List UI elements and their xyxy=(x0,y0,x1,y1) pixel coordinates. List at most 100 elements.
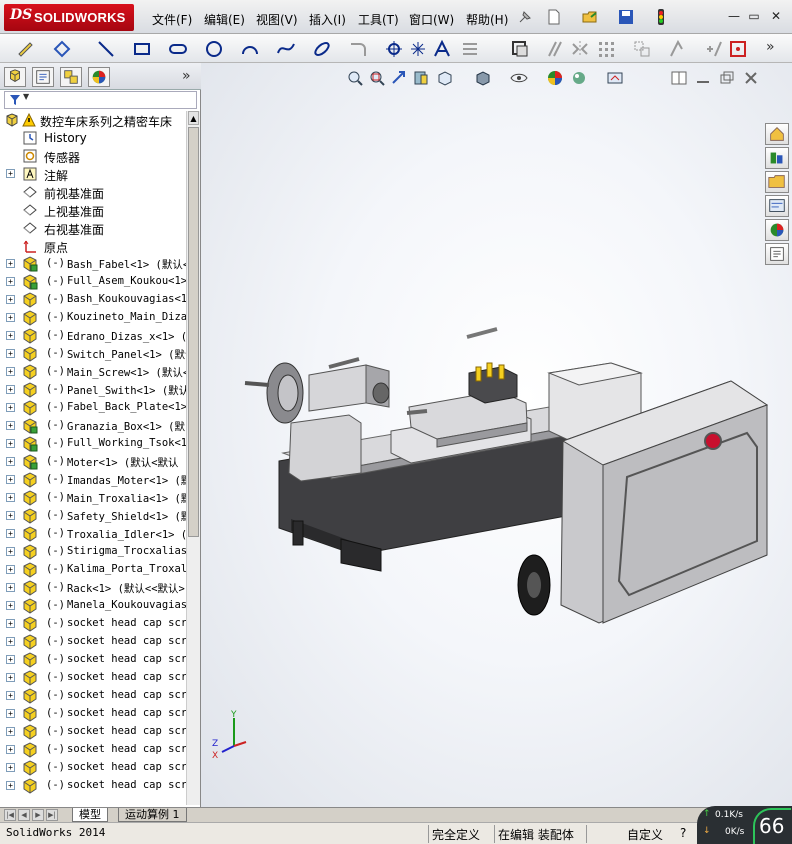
viewport-split-icon[interactable] xyxy=(670,69,688,87)
scroll-thumb[interactable] xyxy=(188,127,199,537)
arc-icon[interactable] xyxy=(240,39,260,59)
configuration-manager-tab-icon[interactable] xyxy=(60,67,82,87)
tree-item[interactable]: + (-) socket head cap scre xyxy=(0,633,186,651)
zoom-to-fit-icon[interactable] xyxy=(346,69,364,87)
tree-item[interactable]: 前视基准面 xyxy=(0,183,186,201)
expand-icon[interactable]: + xyxy=(6,637,15,646)
tree-item[interactable]: + (-) Fabel_Back_Plate<1> xyxy=(0,399,186,417)
ellipse-icon[interactable] xyxy=(312,39,332,59)
feature-tree-tab-icon[interactable] xyxy=(4,67,26,87)
menu-edit[interactable]: 编辑(E) xyxy=(204,11,245,28)
text-icon[interactable] xyxy=(432,39,452,59)
previous-view-icon[interactable] xyxy=(390,69,408,87)
expand-icon[interactable]: + xyxy=(6,745,15,754)
tree-item[interactable]: + (-) Kalima_Porta_Troxali xyxy=(0,561,186,579)
custom-properties-icon[interactable] xyxy=(765,243,789,265)
tree-item[interactable]: + (-) Bash_Koukouvagias<1> xyxy=(0,291,186,309)
collapse-tabs-icon[interactable]: » xyxy=(182,68,191,84)
expand-icon[interactable]: + xyxy=(6,529,15,538)
expand-icon[interactable]: + xyxy=(6,457,15,466)
tree-item[interactable]: + (-) Switch_Panel<1> (默认 xyxy=(0,345,186,363)
tree-item[interactable]: + (-) socket head cap scre xyxy=(0,723,186,741)
tree-item[interactable]: 上视基准面 xyxy=(0,201,186,219)
expand-icon[interactable]: + xyxy=(6,565,15,574)
viewport-restore-icon[interactable] xyxy=(718,69,736,87)
tree-item[interactable]: + (-) Full_Working_Tsok<1> xyxy=(0,435,186,453)
status-units[interactable]: 自定义 xyxy=(627,826,663,843)
expand-icon[interactable]: + xyxy=(6,709,15,718)
tree-item[interactable]: + (-) socket head cap scre xyxy=(0,669,186,687)
expand-icon[interactable]: + xyxy=(6,493,15,502)
expand-icon[interactable]: + xyxy=(6,619,15,628)
tree-item[interactable]: + (-) socket head cap scre xyxy=(0,741,186,759)
circle-icon[interactable] xyxy=(204,39,224,59)
tree-item[interactable]: + (-) Bash_Fabel<1> (默认< xyxy=(0,255,186,273)
expand-icon[interactable]: + xyxy=(6,583,15,592)
close-button[interactable]: ✕ xyxy=(768,9,784,23)
expand-icon[interactable]: + xyxy=(6,259,15,268)
sketch-icon[interactable] xyxy=(16,39,36,59)
solidworks-resources-icon[interactable] xyxy=(765,123,789,145)
help-icon[interactable]: ? xyxy=(680,826,686,840)
property-manager-tab-icon[interactable] xyxy=(32,67,54,87)
pin-icon[interactable] xyxy=(516,8,534,26)
tree-item[interactable]: + (-) Manela_Koukouvagias xyxy=(0,597,186,615)
fillet-icon[interactable] xyxy=(348,39,368,59)
tree-item[interactable]: + (-) Edrano_Dizas_x<1> (默 xyxy=(0,327,186,345)
first-tab-icon[interactable]: |◀ xyxy=(4,809,16,821)
quick-snaps-icon[interactable] xyxy=(728,39,748,59)
open-folder-icon[interactable] xyxy=(581,8,599,26)
tree-item[interactable]: + (-) socket head cap scre xyxy=(0,705,186,723)
tree-item[interactable]: + (-) Main_Screw<1> (默认< xyxy=(0,363,186,381)
expand-icon[interactable]: + xyxy=(6,277,15,286)
apply-scene-icon[interactable] xyxy=(570,69,588,87)
rectangle-icon[interactable] xyxy=(132,39,152,59)
expand-icon[interactable]: + xyxy=(6,385,15,394)
tree-item[interactable]: + (-) socket head cap scre xyxy=(0,615,186,633)
display-manager-tab-icon[interactable] xyxy=(88,67,110,87)
expand-icon[interactable]: + xyxy=(6,313,15,322)
tab-motion-study[interactable]: 运动算例 1 xyxy=(118,808,187,822)
expand-icon[interactable]: + xyxy=(6,727,15,736)
minimize-button[interactable]: — xyxy=(726,9,742,23)
view-orientation-icon[interactable] xyxy=(436,69,454,87)
menu-help[interactable]: 帮助(H) xyxy=(466,11,508,28)
tree-item[interactable]: + (-) Rack<1> (默认<<默认> xyxy=(0,579,186,597)
expand-icon[interactable]: + xyxy=(6,421,15,430)
offset-icon[interactable] xyxy=(546,39,566,59)
tree-item[interactable]: + (-) Main_Troxalia<1> (默 xyxy=(0,489,186,507)
tree-item[interactable]: 原点 xyxy=(0,237,186,255)
pattern-icon[interactable] xyxy=(596,39,616,59)
zoom-to-area-icon[interactable] xyxy=(368,69,386,87)
file-explorer-icon[interactable] xyxy=(765,171,789,193)
menu-tools[interactable]: 工具(T) xyxy=(358,11,399,28)
restore-button[interactable]: ▭ xyxy=(746,9,762,23)
expand-icon[interactable]: + xyxy=(6,655,15,664)
tree-item[interactable]: + (-) socket head cap scre xyxy=(0,777,186,795)
edit-appearance-icon[interactable] xyxy=(546,69,564,87)
scroll-up-icon[interactable]: ▲ xyxy=(188,111,199,125)
tree-item[interactable]: + 注解 xyxy=(0,165,186,183)
solidworks-logo[interactable]: DS SOLIDWORKS xyxy=(4,4,134,31)
tree-item[interactable]: + (-) Granazia_Box<1> (默 xyxy=(0,417,186,435)
prev-tab-icon[interactable]: ◀ xyxy=(18,809,30,821)
viewport-minimize-icon[interactable] xyxy=(694,69,712,87)
menu-window[interactable]: 窗口(W) xyxy=(409,11,454,28)
expand-icon[interactable]: + xyxy=(6,403,15,412)
point-icon[interactable] xyxy=(408,39,428,59)
expand-icon[interactable]: + xyxy=(6,169,15,178)
menu-view[interactable]: 视图(V) xyxy=(256,11,298,28)
expand-icon[interactable]: + xyxy=(6,601,15,610)
tree-item[interactable]: + (-) socket head cap scre xyxy=(0,687,186,705)
next-tab-icon[interactable]: ▶ xyxy=(32,809,44,821)
tree-item[interactable]: + (-) Troxalia_Idler<1> (默 xyxy=(0,525,186,543)
filter-dropdown-icon[interactable]: ▼ xyxy=(23,92,29,101)
expand-icon[interactable]: + xyxy=(6,439,15,448)
display-relations-icon[interactable] xyxy=(668,39,688,59)
trim-icon[interactable] xyxy=(460,39,480,59)
expand-icon[interactable]: + xyxy=(6,547,15,556)
expand-icon[interactable]: + xyxy=(6,295,15,304)
rebuild-traffic-light-icon[interactable] xyxy=(652,8,670,26)
menu-file[interactable]: 文件(F) xyxy=(152,11,192,28)
tree-scrollbar[interactable]: ▲ xyxy=(186,111,200,805)
